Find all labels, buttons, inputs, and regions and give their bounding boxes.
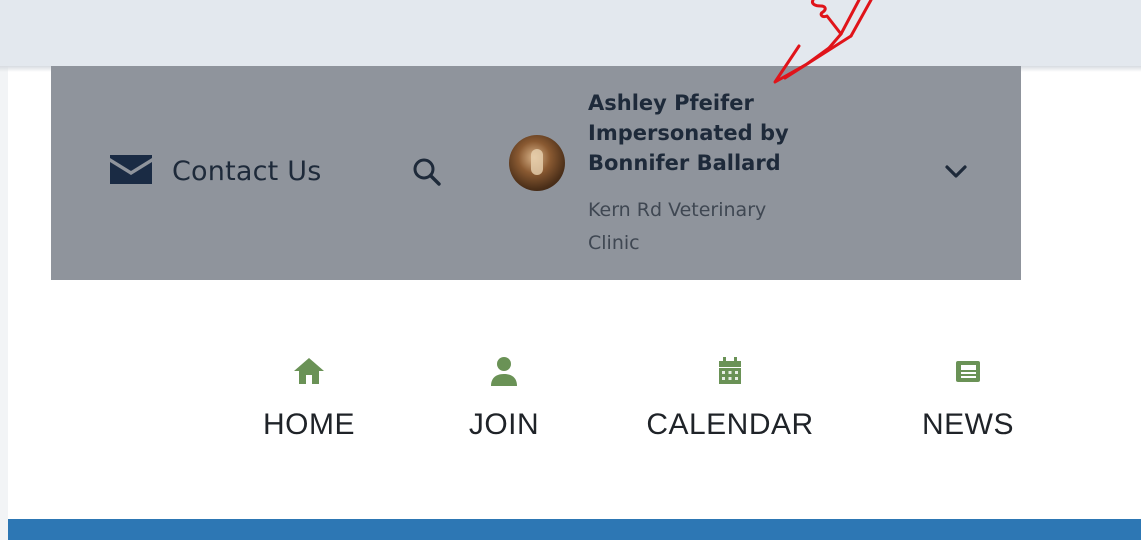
- contact-us-label: Contact Us: [172, 155, 322, 187]
- user-organization: Kern Rd Veterinary Clinic: [588, 194, 838, 260]
- left-edge: [0, 0, 8, 540]
- newspaper-icon: [954, 355, 982, 387]
- nav-label: HOME: [263, 408, 355, 441]
- search-icon: [409, 158, 445, 194]
- user-icon: [489, 355, 519, 387]
- nav-item-news[interactable]: NEWS: [912, 355, 1024, 442]
- nav-item-home[interactable]: HOME: [256, 355, 362, 442]
- home-icon: [292, 355, 326, 387]
- nav-label: JOIN: [468, 408, 540, 441]
- nav-item-calendar[interactable]: CALENDAR: [632, 355, 828, 442]
- user-menu-dropdown[interactable]: [938, 158, 974, 186]
- envelope-icon: [108, 152, 154, 191]
- user-organization-line: Kern Rd Veterinary: [588, 199, 767, 221]
- chevron-down-icon: [938, 165, 974, 190]
- user-organization-line: Clinic: [588, 232, 640, 254]
- annotation-arrow: [773, 0, 873, 84]
- bottom-band: [8, 519, 1141, 540]
- contact-us-link[interactable]: Contact Us: [108, 148, 321, 194]
- top-band: [0, 0, 1141, 66]
- user-name: Ashley Pfeifer Impersonated by Bonnifer …: [588, 88, 838, 178]
- nav-label: NEWS: [922, 408, 1014, 441]
- user-name-line: Ashley Pfeifer: [588, 91, 754, 115]
- user-impersonation-line: Impersonated by: [588, 121, 789, 145]
- avatar[interactable]: [509, 135, 565, 191]
- calendar-icon: [717, 355, 743, 387]
- nav-label: CALENDAR: [646, 408, 814, 441]
- main-nav: HOME JOIN CALENDAR NEWS: [0, 355, 1141, 455]
- search-button[interactable]: [409, 154, 445, 190]
- impersonator-name-line: Bonnifer Ballard: [588, 151, 781, 175]
- nav-item-join[interactable]: JOIN: [460, 355, 548, 442]
